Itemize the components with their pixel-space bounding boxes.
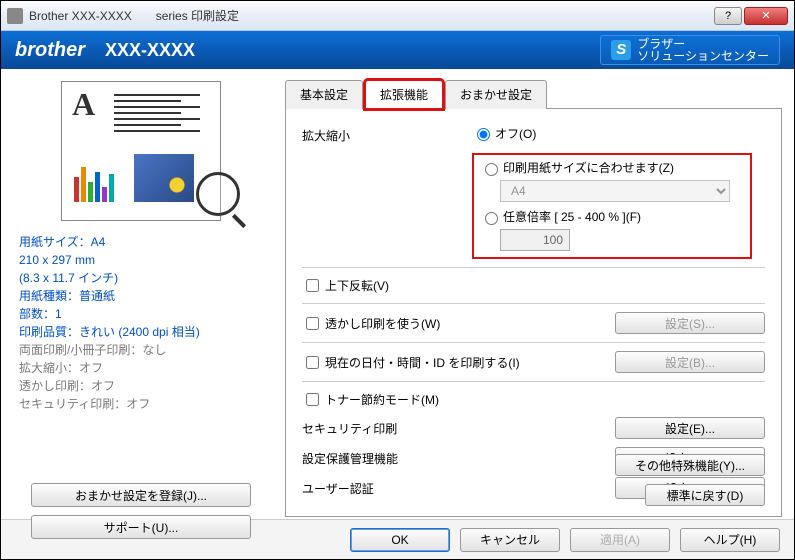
scaling-ratio-radio[interactable]: 任意倍率 [ 25 - 400 % ](F) — [480, 208, 744, 225]
brand-model: XXX-XXXX — [105, 40, 195, 61]
magnifier-icon — [196, 172, 240, 216]
brand-logo: brother — [15, 39, 85, 62]
help-button[interactable]: ヘルプ(H) — [680, 528, 780, 552]
support-button[interactable]: サポート(U)... — [31, 515, 251, 539]
save-auto-settings-button[interactable]: おまかせ設定を登録(J)... — [31, 483, 251, 507]
titlebar: Brother XXX-XXXX series 印刷設定 ? ✕ — [1, 1, 794, 31]
summary-copies: 部数：1 — [19, 307, 263, 322]
settings-summary: 用紙サイズ：A4 210 x 297 mm (8.3 x 11.7 インチ) 用… — [19, 235, 263, 412]
scaling-fit-select[interactable]: A4 — [500, 180, 730, 202]
summary-paper-in: (8.3 x 11.7 インチ) — [19, 271, 263, 286]
toner-save-label: トナー節約モード(M) — [325, 391, 439, 408]
solution-line2: ソリューションセンター — [637, 50, 769, 62]
watermark-label: 透かし印刷を使う(W) — [325, 315, 440, 332]
summary-quality: 印刷品質：きれい (2400 dpi 相当) — [19, 325, 263, 340]
solution-center-button[interactable]: S ブラザー ソリューションセンター — [600, 35, 780, 65]
summary-watermark: 透かし印刷：オフ — [19, 379, 263, 394]
cancel-button[interactable]: キャンセル — [460, 528, 560, 552]
watermark-checkbox[interactable] — [306, 317, 319, 330]
print-settings-window: Brother XXX-XXXX series 印刷設定 ? ✕ brother… — [0, 0, 795, 560]
userauth-label: ユーザー認証 — [302, 480, 615, 497]
other-special-button[interactable]: その他特殊機能(Y)... — [615, 454, 765, 476]
window-title: Brother XXX-XXXX series 印刷設定 — [29, 7, 714, 24]
flip-label: 上下反転(V) — [325, 277, 389, 294]
summary-paper-mm: 210 x 297 mm — [19, 253, 263, 268]
tab-auto[interactable]: おまかせ設定 — [445, 80, 547, 109]
flip-checkbox[interactable] — [306, 279, 319, 292]
scaling-ratio-input[interactable] — [500, 229, 570, 251]
tab-advanced[interactable]: 拡張機能 — [365, 80, 443, 109]
brand-bar: brother XXX-XXXX S ブラザー ソリューションセンター — [1, 31, 794, 69]
tab-body-advanced: 拡大縮小 オフ(O) 印刷用紙サイズに合わせます(Z) A4 — [285, 109, 782, 517]
preview-thumbnail: A — [61, 81, 221, 221]
scaling-highlight-box: 印刷用紙サイズに合わせます(Z) A4 任意倍率 [ 25 - 400 % ](… — [472, 153, 752, 259]
summary-duplex: 両面印刷/小冊子印刷：なし — [19, 343, 263, 358]
summary-security: セキュリティ印刷：オフ — [19, 397, 263, 412]
tab-basic[interactable]: 基本設定 — [285, 80, 363, 109]
datetime-label: 現在の日付・時間・ID を印刷する(I) — [325, 354, 520, 371]
help-titlebar-button[interactable]: ? — [714, 7, 742, 25]
app-icon — [7, 8, 23, 24]
right-panel: 基本設定 拡張機能 おまかせ設定 拡大縮小 オフ(O) — [281, 69, 794, 519]
summary-paper-size: 用紙サイズ：A4 — [19, 235, 263, 250]
restore-defaults-button[interactable]: 標準に戻す(D) — [645, 484, 765, 506]
ok-button[interactable]: OK — [350, 528, 450, 552]
toner-save-checkbox[interactable] — [306, 393, 319, 406]
tabs: 基本設定 拡張機能 おまかせ設定 — [285, 79, 782, 109]
close-button[interactable]: ✕ — [744, 7, 788, 25]
solution-center-icon: S — [611, 40, 631, 60]
summary-scaling: 拡大縮小：オフ — [19, 361, 263, 376]
datetime-checkbox[interactable] — [306, 356, 319, 369]
watermark-settings-button[interactable]: 設定(S)... — [615, 312, 765, 334]
apply-button[interactable]: 適用(A) — [570, 528, 670, 552]
scaling-fit-radio[interactable]: 印刷用紙サイズに合わせます(Z) — [480, 159, 744, 176]
scaling-label: 拡大縮小 — [302, 127, 472, 144]
datetime-settings-button[interactable]: 設定(B)... — [615, 351, 765, 373]
security-print-label: セキュリティ印刷 — [302, 420, 615, 437]
admin-label: 設定保護管理機能 — [302, 450, 615, 467]
security-print-settings-button[interactable]: 設定(E)... — [615, 417, 765, 439]
summary-paper-type: 用紙種類：普通紙 — [19, 289, 263, 304]
scaling-off-radio[interactable]: オフ(O) — [472, 125, 765, 142]
left-panel: A 用紙サイズ：A4 210 x 297 mm (8.3 x 11.7 インチ)… — [1, 69, 281, 519]
